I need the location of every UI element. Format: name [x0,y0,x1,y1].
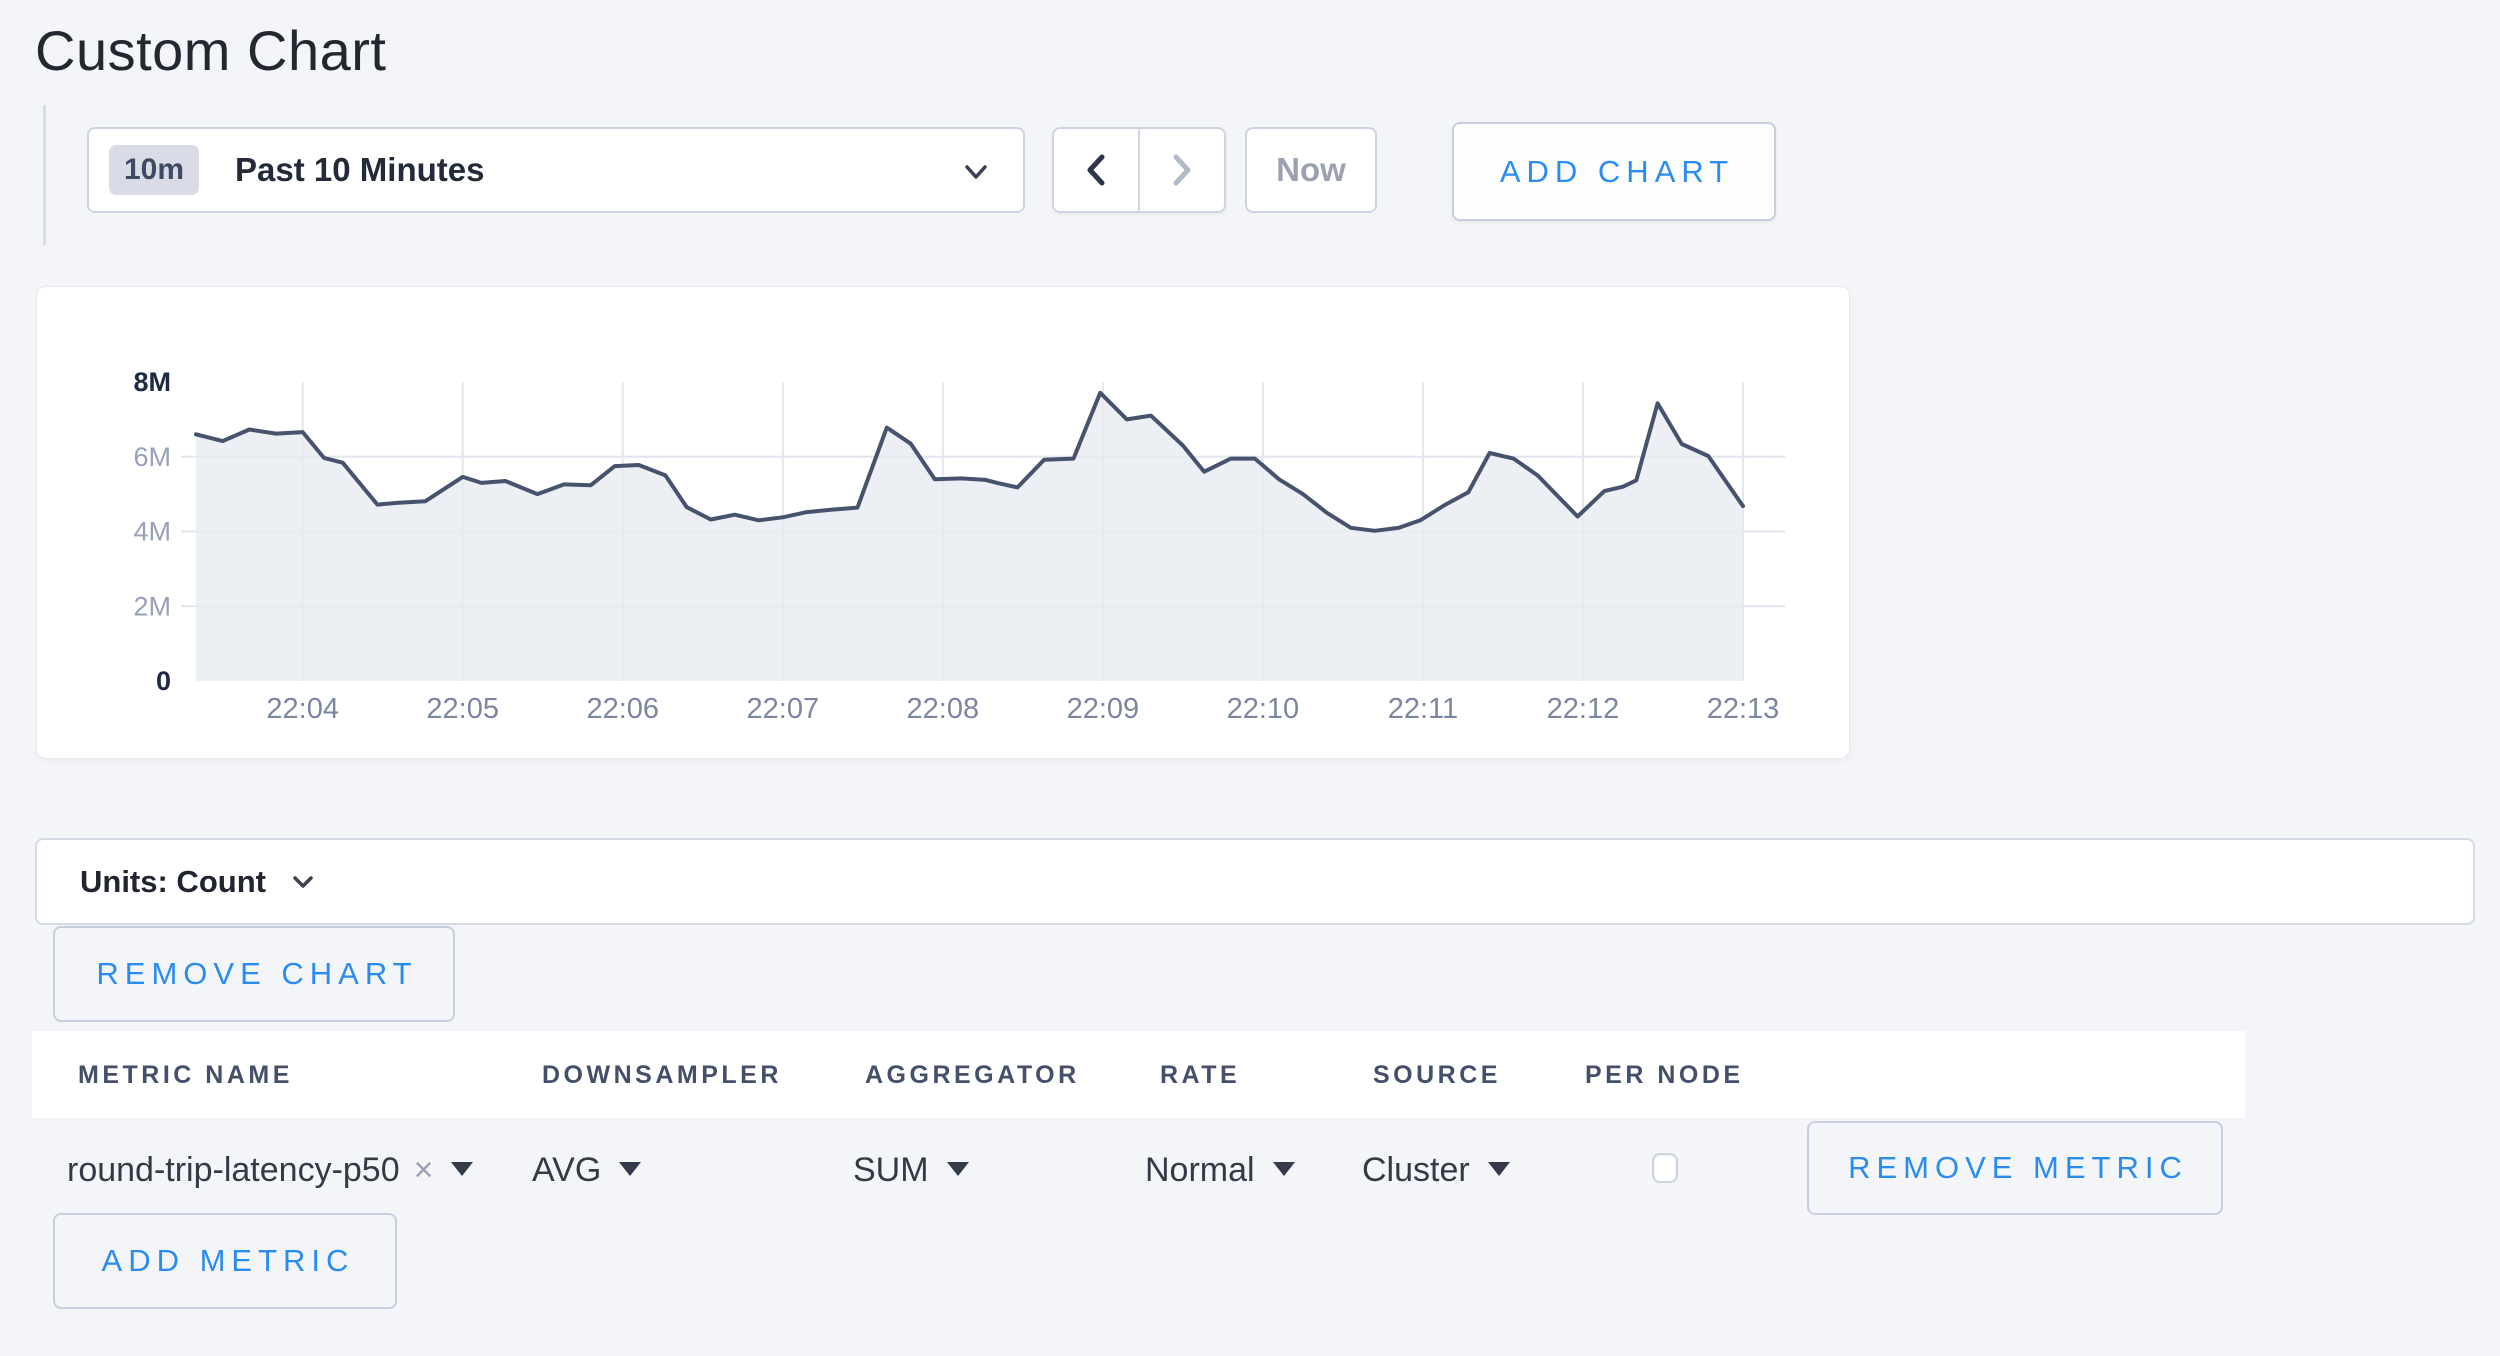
svg-text:22:04: 22:04 [266,693,339,725]
svg-text:22:11: 22:11 [1388,693,1458,725]
remove-metric-button[interactable]: REMOVE METRIC [1807,1121,2223,1215]
svg-text:22:13: 22:13 [1707,693,1780,725]
chevron-right-icon [1171,152,1193,188]
svg-text:22:06: 22:06 [586,693,659,725]
time-prev-button[interactable] [1054,129,1140,211]
aggregator-select[interactable]: SUM [853,1151,969,1190]
now-button[interactable]: Now [1245,127,1377,213]
per-node-checkbox[interactable] [1652,1153,1678,1183]
svg-text:22:09: 22:09 [1067,693,1140,725]
clear-metric-icon[interactable]: × [414,1151,434,1189]
svg-text:6M: 6M [133,442,171,472]
time-range-label: Past 10 Minutes [235,151,484,189]
source-select[interactable]: Cluster [1362,1151,1510,1190]
col-header-aggregator: AGGREGATOR [865,1061,1080,1090]
caret-down-icon [1488,1162,1510,1176]
rate-select[interactable]: Normal [1145,1151,1295,1190]
add-metric-button[interactable]: ADD METRIC [53,1213,397,1309]
rate-value: Normal [1145,1151,1255,1189]
col-header-rate: RATE [1160,1061,1240,1090]
caret-down-icon [451,1162,473,1176]
metrics-table-header: METRIC NAME DOWNSAMPLER AGGREGATOR RATE … [32,1031,2245,1118]
chart-card: 0 2M 4M 6M 8M 22:04 22:05 22:06 22:07 22:08 22:09 2… [36,286,1850,759]
time-range-badge: 10m [109,145,199,195]
svg-text:22:08: 22:08 [907,693,980,725]
svg-text:22:10: 22:10 [1227,693,1300,725]
col-header-source: SOURCE [1373,1061,1501,1090]
svg-text:22:12: 22:12 [1547,693,1620,725]
aggregator-value: SUM [853,1151,929,1189]
remove-chart-button[interactable]: REMOVE CHART [53,926,455,1022]
downsampler-value: AVG [532,1151,601,1189]
time-next-button[interactable] [1140,129,1224,211]
col-header-per-node: PER NODE [1585,1061,1744,1090]
toolbar-accent-rule [43,105,46,245]
col-header-metric-name: METRIC NAME [78,1061,293,1090]
source-value: Cluster [1362,1151,1470,1189]
svg-text:22:07: 22:07 [747,693,820,725]
svg-text:0: 0 [156,666,171,696]
custom-chart-page: Custom Chart 10m Past 10 Minutes Now ADD… [0,0,2500,1356]
chevron-left-icon [1085,152,1107,188]
col-header-downsampler: DOWNSAMPLER [542,1061,782,1090]
caret-down-icon [947,1162,969,1176]
caret-down-icon [619,1162,641,1176]
metric-name-select[interactable]: round-trip-latency-p50 × [67,1151,473,1190]
chevron-down-icon [959,160,993,184]
units-label: Units: Count [80,864,266,900]
chevron-down-icon [290,873,316,891]
metric-area-chart: 0 2M 4M 6M 8M 22:04 22:05 22:06 22:07 22:08 22:09 2… [37,287,1849,758]
metric-name-value: round-trip-latency-p50 [67,1151,400,1189]
svg-text:4M: 4M [133,517,171,547]
time-range-select[interactable]: 10m Past 10 Minutes [87,127,1025,213]
svg-text:8M: 8M [133,367,171,397]
units-select[interactable]: Units: Count [35,838,2475,925]
svg-text:2M: 2M [133,591,171,621]
time-nav-group [1052,127,1226,213]
caret-down-icon [1273,1162,1295,1176]
downsampler-select[interactable]: AVG [532,1151,641,1190]
add-chart-button[interactable]: ADD CHART [1452,122,1776,221]
svg-text:22:05: 22:05 [426,693,499,725]
page-title: Custom Chart [35,18,386,83]
